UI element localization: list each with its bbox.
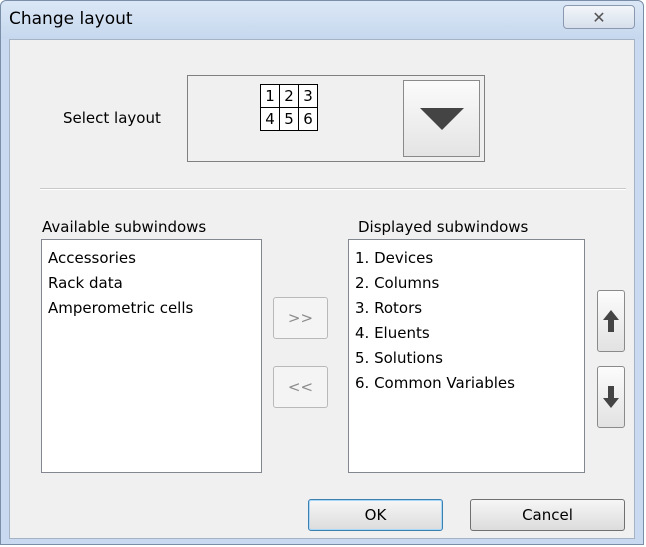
separator bbox=[40, 188, 626, 190]
displayed-subwindows-list[interactable]: 1. Devices 2. Columns 3. Rotors 4. Eluen… bbox=[348, 239, 585, 473]
list-item[interactable]: 2. Columns bbox=[355, 271, 578, 296]
displayed-subwindows-label: Displayed subwindows bbox=[358, 218, 529, 236]
dialog-content: Select layout 1 2 3 4 5 6 Available subw… bbox=[9, 39, 635, 539]
arrow-up-icon bbox=[603, 310, 619, 332]
list-item[interactable]: 6. Common Variables bbox=[355, 371, 578, 396]
cancel-button[interactable]: Cancel bbox=[470, 499, 625, 531]
layout-cell: 2 bbox=[279, 84, 299, 108]
list-item[interactable]: 5. Solutions bbox=[355, 346, 578, 371]
change-layout-dialog: Change layout ✕ Select layout 1 2 3 4 5 … bbox=[0, 0, 644, 545]
triangle-down-icon bbox=[419, 107, 464, 130]
list-item[interactable]: Accessories bbox=[48, 246, 255, 271]
list-item[interactable]: 1. Devices bbox=[355, 246, 578, 271]
add-subwindow-button[interactable]: >> bbox=[273, 297, 328, 339]
layout-selector[interactable]: 1 2 3 4 5 6 bbox=[187, 75, 485, 162]
available-subwindows-list[interactable]: Accessories Rack data Amperometric cells bbox=[41, 239, 262, 473]
dialog-title: Change layout bbox=[9, 9, 133, 29]
ok-button[interactable]: OK bbox=[308, 499, 443, 531]
select-layout-label: Select layout bbox=[63, 109, 161, 127]
list-item[interactable]: 3. Rotors bbox=[355, 296, 578, 321]
move-down-button[interactable] bbox=[597, 366, 625, 428]
close-icon: ✕ bbox=[592, 7, 606, 27]
list-item[interactable]: 4. Eluents bbox=[355, 321, 578, 346]
layout-cell: 6 bbox=[298, 107, 318, 131]
list-item[interactable]: Amperometric cells bbox=[48, 296, 255, 321]
title-bar[interactable]: Change layout ✕ bbox=[1, 1, 643, 39]
layout-cell: 5 bbox=[279, 107, 299, 131]
layout-preview-grid: 1 2 3 4 5 6 bbox=[260, 84, 318, 131]
close-button[interactable]: ✕ bbox=[563, 5, 635, 29]
layout-dropdown-button[interactable] bbox=[403, 80, 480, 157]
layout-cell: 1 bbox=[260, 84, 280, 108]
arrow-down-icon bbox=[603, 386, 619, 408]
move-up-button[interactable] bbox=[597, 290, 625, 352]
list-item[interactable]: Rack data bbox=[48, 271, 255, 296]
available-subwindows-label: Available subwindows bbox=[42, 218, 207, 236]
remove-subwindow-button[interactable]: << bbox=[273, 366, 328, 408]
layout-cell: 3 bbox=[298, 84, 318, 108]
layout-cell: 4 bbox=[260, 107, 280, 131]
